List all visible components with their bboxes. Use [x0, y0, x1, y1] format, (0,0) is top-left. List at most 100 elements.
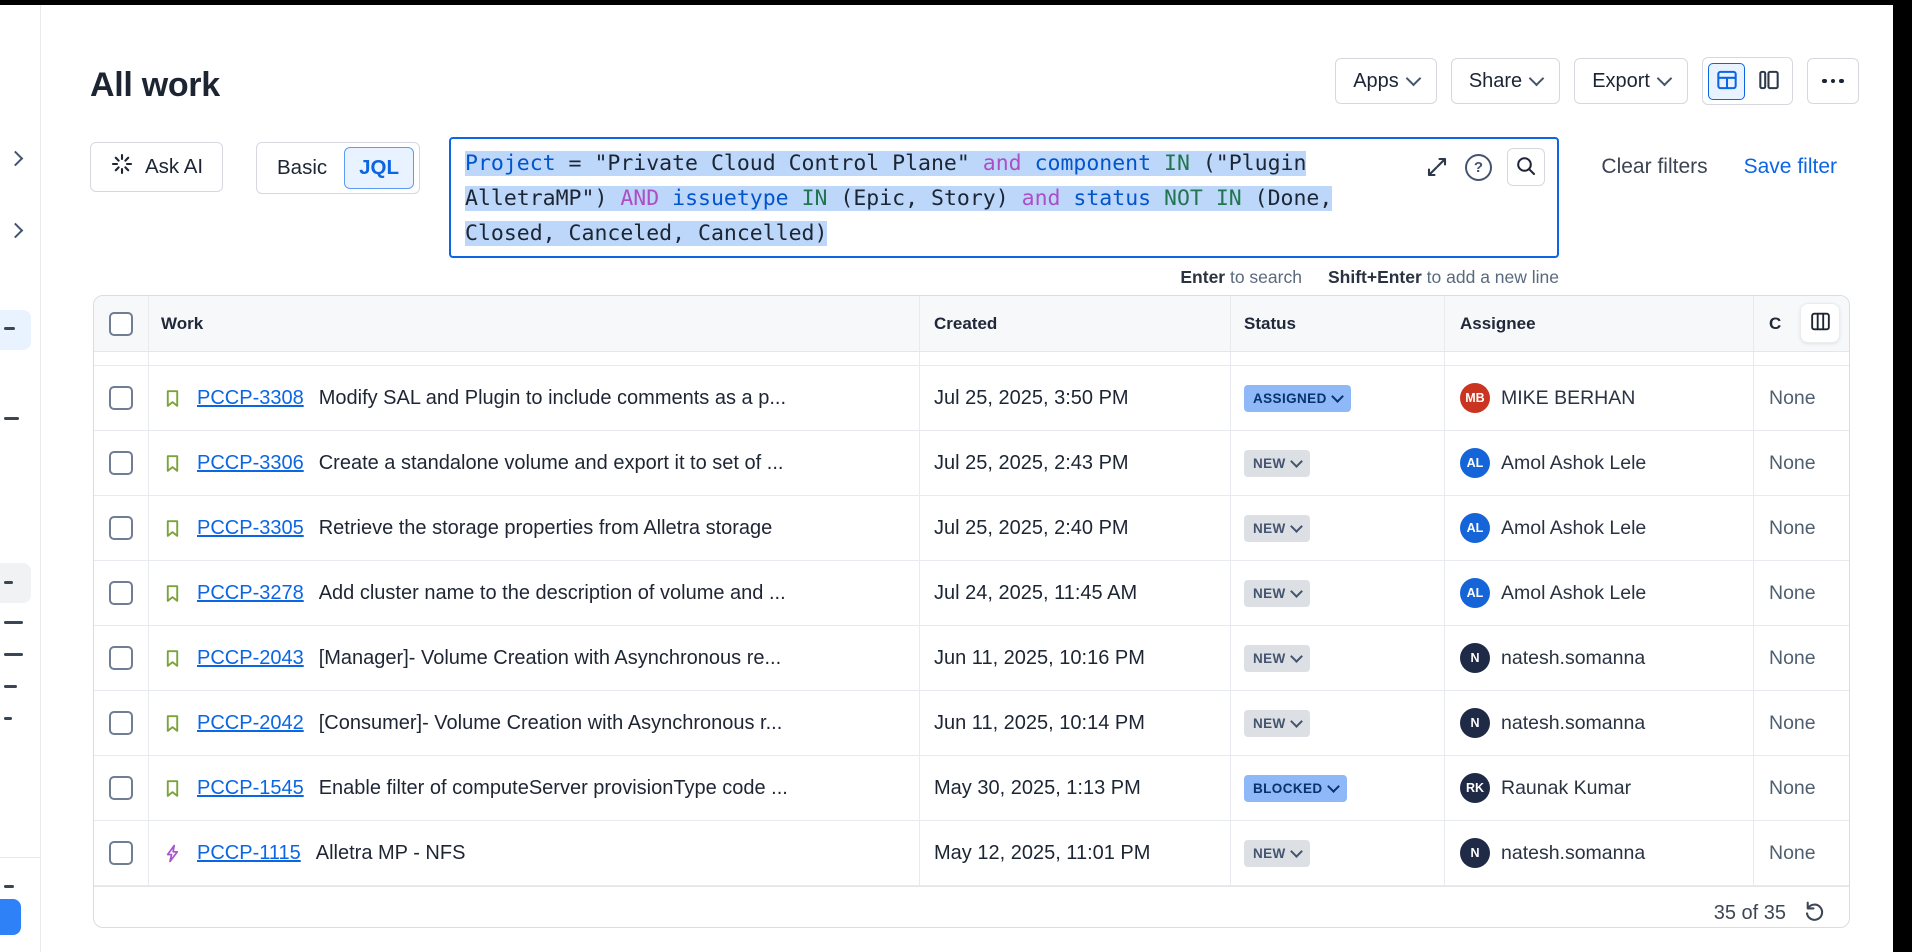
issue-summary[interactable]: Alletra MP - NFS [314, 842, 466, 865]
issue-key-link[interactable]: PCCP-3305 [197, 517, 304, 540]
sidebar-item-active[interactable] [0, 310, 31, 350]
row-checkbox[interactable] [109, 841, 133, 865]
assignee-cell[interactable]: Nnatesh.somanna [1445, 821, 1754, 885]
created-cell: Jun 11, 2025, 10:14 PM [920, 691, 1231, 755]
row-checkbox[interactable] [109, 646, 133, 670]
assignee-cell[interactable]: ALAmol Ashok Lele [1445, 561, 1754, 625]
chevron-down-icon [1657, 71, 1673, 87]
clipped-column-cell: None [1754, 496, 1849, 560]
issue-key-link[interactable]: PCCP-2043 [197, 647, 304, 670]
created-cell: Jul 24, 2025, 11:45 AM [920, 561, 1231, 625]
detail-view-button[interactable] [1750, 63, 1787, 100]
avatar: AL [1460, 513, 1490, 543]
assignee-cell[interactable]: Nnatesh.somanna [1445, 691, 1754, 755]
issue-summary[interactable]: Enable filter of computeServer provision… [317, 777, 788, 800]
clear-filters-button[interactable]: Clear filters [1601, 155, 1707, 179]
status-badge[interactable]: NEW [1244, 645, 1310, 672]
table-row: PCCP-2042 [Consumer]- Volume Creation wit… [94, 691, 1849, 756]
table-view-button[interactable] [1708, 63, 1745, 100]
status-badge[interactable]: NEW [1244, 450, 1310, 477]
search-button[interactable] [1507, 148, 1545, 186]
avatar: N [1460, 643, 1490, 673]
assignee-name: Amol Ashok Lele [1501, 452, 1646, 475]
save-filter-button[interactable]: Save filter [1744, 155, 1837, 179]
basic-mode-button[interactable]: Basic [262, 156, 342, 180]
jql-editor[interactable]: Project = "Private Cloud Control Plane" … [449, 137, 1559, 258]
apps-button[interactable]: Apps [1335, 58, 1437, 104]
sidebar-item-fragment [4, 417, 19, 420]
chevron-right-icon[interactable] [8, 223, 24, 239]
issue-key-link[interactable]: PCCP-1545 [197, 777, 304, 800]
issue-key-link[interactable]: PCCP-2042 [197, 712, 304, 735]
ask-ai-button[interactable]: Ask AI [90, 142, 223, 192]
assignee-cell[interactable]: ALAmol Ashok Lele [1445, 431, 1754, 495]
row-checkbox[interactable] [109, 516, 133, 540]
issue-summary[interactable]: Modify SAL and Plugin to include comment… [317, 387, 786, 410]
status-badge[interactable]: BLOCKED [1244, 775, 1347, 802]
assignee-name: Amol Ashok Lele [1501, 582, 1646, 605]
row-checkbox[interactable] [109, 386, 133, 410]
row-checkbox[interactable] [109, 451, 133, 475]
row-checkbox[interactable] [109, 711, 133, 735]
filter-links: Clear filters Save filter [1601, 155, 1837, 179]
issue-key-link[interactable]: PCCP-3278 [197, 582, 304, 605]
chevron-right-icon[interactable] [8, 151, 24, 167]
chevron-down-icon [1331, 390, 1344, 403]
status-badge[interactable]: NEW [1244, 710, 1310, 737]
partial-scrolled-row [94, 352, 1849, 366]
assignee-name: MIKE BERHAN [1501, 387, 1635, 410]
assignee-cell[interactable]: RKRaunak Kumar [1445, 756, 1754, 820]
sidebar-item-fragment [4, 653, 23, 656]
story-icon [162, 647, 184, 669]
help-icon[interactable]: ? [1465, 154, 1492, 181]
issue-key-link[interactable]: PCCP-3308 [197, 387, 304, 410]
share-button[interactable]: Share [1451, 58, 1560, 104]
assignee-name: natesh.somanna [1501, 712, 1645, 735]
row-checkbox[interactable] [109, 581, 133, 605]
assignee-cell[interactable]: MB MIKE BERHAN [1445, 366, 1754, 430]
story-icon [162, 777, 184, 799]
issue-summary[interactable]: Create a standalone volume and export it… [317, 452, 784, 475]
column-header-status[interactable]: Status [1231, 296, 1445, 351]
work-cell: PCCP-3306 Create a standalone volume and … [149, 431, 920, 495]
issue-summary[interactable]: [Consumer]- Volume Creation with Asynchr… [317, 712, 783, 735]
status-badge[interactable]: ASSIGNED [1244, 385, 1351, 412]
status-badge[interactable]: NEW [1244, 515, 1310, 542]
clipped-column-cell: None [1754, 756, 1849, 820]
jql-mode-button[interactable]: JQL [344, 147, 414, 189]
issue-key-link[interactable]: PCCP-1115 [197, 842, 301, 865]
clipped-column-cell: None [1754, 821, 1849, 885]
clipped-column-cell: None [1754, 626, 1849, 690]
issue-summary[interactable]: Add cluster name to the description of v… [317, 582, 786, 605]
assignee-cell[interactable]: Nnatesh.somanna [1445, 626, 1754, 690]
created-cell: Jul 25, 2025, 2:40 PM [920, 496, 1231, 560]
refresh-button[interactable] [1799, 898, 1829, 928]
column-header-assignee[interactable]: Assignee [1445, 296, 1754, 351]
sidebar-item-fragment [4, 621, 23, 624]
export-button[interactable]: Export [1574, 58, 1688, 104]
select-all-checkbox[interactable] [109, 312, 133, 336]
chevron-down-icon [1290, 585, 1303, 598]
chevron-down-icon [1529, 71, 1545, 87]
assignee-cell[interactable]: ALAmol Ashok Lele [1445, 496, 1754, 560]
column-header-work[interactable]: Work [149, 296, 920, 351]
issue-summary[interactable]: Retrieve the storage properties from All… [317, 517, 773, 540]
query-mode-toggle: Basic JQL [256, 142, 420, 194]
work-cell: PCCP-1545 Enable filter of computeServer … [149, 756, 920, 820]
configure-columns-button[interactable] [1800, 303, 1840, 343]
row-checkbox[interactable] [109, 776, 133, 800]
avatar: MB [1460, 383, 1490, 413]
table-footer: 35 of 35 [94, 886, 1849, 928]
status-badge[interactable]: NEW [1244, 580, 1310, 607]
issue-summary[interactable]: [Manager]- Volume Creation with Asynchro… [317, 647, 781, 670]
jql-query-text[interactable]: Project = "Private Cloud Control Plane" … [465, 146, 1543, 251]
avatar: N [1460, 838, 1490, 868]
issue-key-link[interactable]: PCCP-3306 [197, 452, 304, 475]
more-button[interactable] [1807, 58, 1859, 104]
sidebar-app-icon[interactable] [0, 899, 21, 935]
table-row: PCCP-3308 Modify SAL and Plugin to includ… [94, 366, 1849, 431]
expand-icon[interactable] [1424, 154, 1450, 180]
status-badge[interactable]: NEW [1244, 840, 1310, 867]
column-header-created[interactable]: Created [920, 296, 1231, 351]
created-cell: May 30, 2025, 1:13 PM [920, 756, 1231, 820]
